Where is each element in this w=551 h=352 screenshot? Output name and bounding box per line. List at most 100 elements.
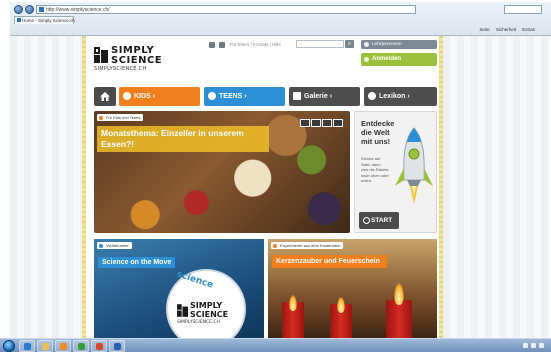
browser-chrome: http://www.simplyscience.ch/ Home - Simp… (10, 2, 551, 36)
flame-image (394, 283, 404, 305)
windows-start-icon[interactable] (3, 340, 15, 352)
network-icon[interactable] (523, 343, 528, 349)
excel-icon (78, 343, 85, 350)
command-extras[interactable]: Extras (522, 27, 535, 32)
login-icon (364, 57, 369, 62)
tile-kerzenzauber[interactable]: Experimente aus dem Kinderlabor Kerzenza… (268, 239, 437, 338)
command-seite[interactable]: Seite (479, 27, 489, 32)
search-icon[interactable]: ⌕ (345, 40, 354, 48)
site-search-input[interactable] (296, 40, 344, 48)
rocket-icon[interactable] (391, 124, 437, 214)
nav-lexikon[interactable]: Lexikon › (364, 87, 437, 106)
favicon-icon (39, 7, 44, 12)
browser-search-input[interactable] (504, 5, 542, 14)
badge-word: science (175, 269, 215, 291)
taskbar-media-button[interactable] (55, 340, 71, 352)
tile-candle-tag: Experimente aus dem Kinderlabor (271, 242, 344, 249)
flag-icon[interactable] (539, 343, 544, 349)
tab-title: Home - Simply Science.ch (22, 18, 75, 23)
nav-lexikon-label: Lexikon (379, 93, 406, 100)
science-badge: science SIMPLY SCIENCE SIMPLYSCIENCE.CH (166, 269, 246, 338)
rocket-widget: Entdecke die Welt mit uns! Drücke auf St… (354, 111, 437, 233)
browser-tab[interactable]: Home - Simply Science.ch (14, 16, 75, 24)
nav-home[interactable] (94, 87, 116, 106)
address-bar[interactable]: http://www.simplyscience.ch/ (36, 5, 416, 14)
address-row: http://www.simplyscience.ch/ (14, 5, 542, 15)
thumbnail[interactable] (333, 119, 343, 127)
taskbar-word-button[interactable] (109, 340, 125, 352)
login-button-label: Anmelden (372, 56, 402, 62)
kids-icon (123, 92, 131, 100)
tag-icon (273, 243, 277, 248)
tab-favicon-icon (17, 18, 21, 22)
tag-icon (99, 243, 103, 248)
feature-tile[interactable]: Für Kids und Teens Monatsthema: Einzelle… (94, 111, 350, 233)
group-icon[interactable] (209, 41, 215, 48)
thumbnail[interactable] (322, 119, 332, 127)
logo-url: SIMPLYSCIENCE.CH (94, 66, 147, 72)
contact-icon[interactable] (219, 41, 226, 48)
folder-icon (42, 343, 49, 350)
powerpoint-icon (96, 343, 103, 350)
site-logo[interactable]: SIMPLY SCIENCE SIMPLYSCIENCE.CH (94, 44, 174, 74)
taskbar (0, 338, 551, 352)
tile-candle-tag-label: Experimente aus dem Kinderlabor (280, 243, 341, 248)
taskbar-ie-button[interactable] (19, 340, 35, 352)
command-bar: Seite Sicherheit Extras (14, 25, 544, 34)
teacher-button[interactable]: Lehrpersonen (361, 40, 437, 49)
header-links: Für Eltern | Kontakt | Hilfe (209, 41, 281, 49)
flame-image (337, 297, 345, 313)
back-icon[interactable] (14, 5, 23, 14)
tile-science-on-the-move[interactable]: Vielfalt-weite Science on the Move scien… (94, 239, 264, 338)
logo-mark-icon (94, 47, 108, 63)
page-content: SIMPLY SCIENCE SIMPLYSCIENCE.CH Für Elte… (86, 36, 439, 338)
login-button[interactable]: Anmelden (361, 53, 437, 66)
tile-move-title: Science on the Move (98, 257, 176, 268)
taskbar-explorer-button[interactable] (37, 340, 53, 352)
tile-move-tag-label: Vielfalt-weite (106, 243, 129, 248)
tag-icon (99, 115, 103, 120)
nav-kids[interactable]: KIDS › (119, 87, 200, 106)
teacher-button-label: Lehrpersonen (372, 42, 402, 47)
address-text: http://www.simplyscience.ch/ (46, 7, 110, 13)
nav-teens[interactable]: TEENS › (204, 87, 285, 106)
nav-galerie-label: Galerie (304, 93, 328, 100)
badge-url: SIMPLYSCIENCE.CH (177, 320, 220, 325)
teacher-icon (364, 42, 369, 47)
command-menu: Seite Sicherheit Extras (479, 25, 540, 34)
word-icon (114, 343, 121, 350)
rocket-text: Drücke auf Start, dann zieh die Rakete n… (361, 156, 389, 183)
background-right (443, 36, 551, 338)
badge-logo: SIMPLY SCIENCE SIMPLYSCIENCE.CH (177, 301, 247, 331)
command-sicherheit[interactable]: Sicherheit (496, 27, 516, 32)
volume-icon[interactable] (531, 343, 536, 349)
feature-thumbnails (300, 114, 344, 132)
nav-kids-label: KIDS (134, 93, 151, 100)
thumbnail[interactable] (311, 119, 321, 127)
header-links-text[interactable]: Für Eltern | Kontakt | Hilfe (230, 42, 281, 47)
background-left (10, 36, 82, 338)
badge-line1: SIMPLY (190, 301, 223, 310)
taskbar-excel-button[interactable] (73, 340, 89, 352)
start-button[interactable]: START (359, 212, 399, 229)
system-tray (523, 340, 547, 352)
ie-icon (24, 343, 31, 350)
media-icon (60, 343, 67, 350)
logo-mark-icon (177, 304, 188, 317)
home-icon (100, 92, 110, 101)
feature-tag-label: Für Kids und Teens (106, 115, 141, 120)
nav-galerie[interactable]: Galerie › (289, 87, 360, 106)
info-icon (368, 92, 376, 100)
main-nav: KIDS › TEENS › Galerie › Lexikon › (94, 87, 437, 106)
teens-icon (208, 92, 216, 100)
page-viewport: SIMPLY SCIENCE SIMPLYSCIENCE.CH Für Elte… (10, 36, 551, 338)
start-label: START (371, 217, 393, 224)
thumbnail[interactable] (300, 119, 310, 127)
taskbar-powerpoint-button[interactable] (91, 340, 107, 352)
tile-move-tag: Vielfalt-weite (97, 242, 132, 249)
forward-icon[interactable] (25, 5, 34, 14)
badge-line2: SCIENCE (190, 310, 229, 319)
flame-image (289, 295, 297, 311)
logo-line2: SCIENCE (111, 55, 163, 66)
feature-title: Monatsthema: Einzeller in unserem Essen?… (97, 126, 269, 152)
